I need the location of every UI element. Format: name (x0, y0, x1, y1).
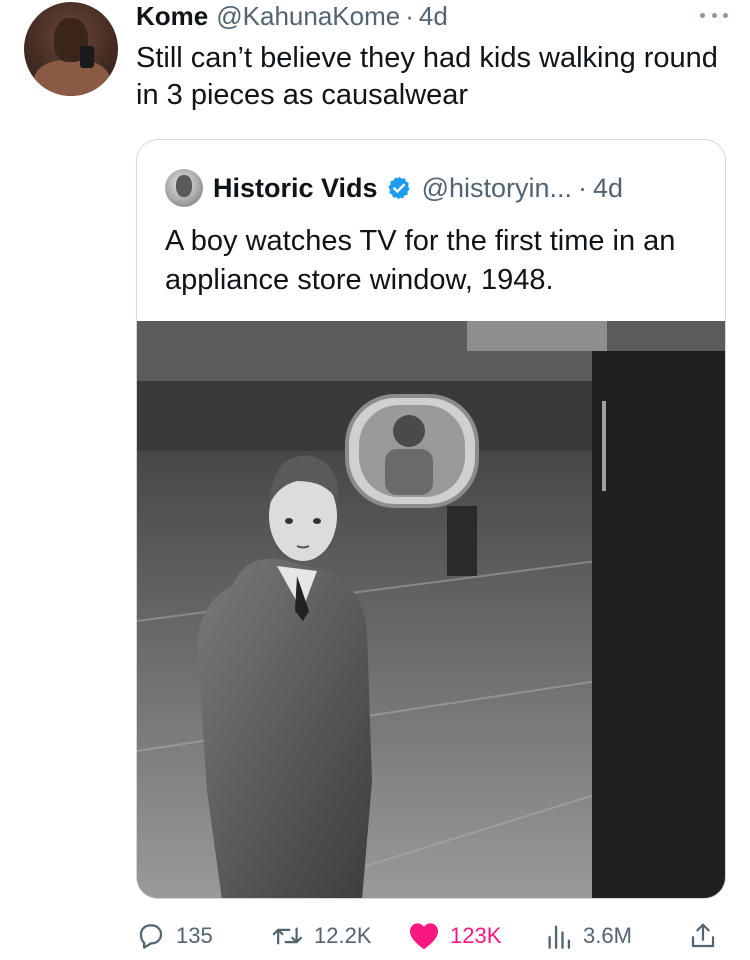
retweet-count: 12.2K (314, 923, 372, 948)
reply-icon (139, 924, 163, 949)
quoted-text: A boy watches TV for the first time in a… (165, 225, 676, 296)
quoted-time[interactable]: 4d (593, 173, 623, 204)
quoted-author-name[interactable]: Historic Vids (213, 173, 378, 204)
more-dot (711, 12, 717, 18)
retweet-icon (272, 927, 303, 945)
quoted-author-handle[interactable]: @historyin... (422, 173, 572, 204)
quoted-author-avatar[interactable] (165, 169, 203, 207)
share-icon (691, 923, 715, 948)
author-avatar[interactable] (24, 2, 118, 96)
views-count: 3.6M (583, 923, 632, 948)
reply-count: 135 (176, 923, 213, 948)
share-button[interactable] (688, 918, 728, 954)
tweet-time[interactable]: 4d (419, 1, 448, 32)
avatar-phone (80, 46, 94, 68)
quoted-media-photo[interactable] (137, 321, 725, 898)
verified-badge-icon (386, 175, 412, 201)
more-dot (700, 12, 705, 18)
retweet-button[interactable]: 12.2K (272, 918, 372, 954)
quoted-header: Historic Vids @historyin... · 4d (165, 168, 623, 208)
tweet-text: Still can’t believe they had kids walkin… (136, 42, 718, 111)
avatar-shirt (34, 60, 110, 96)
author-handle[interactable]: @KahunaKome (216, 1, 400, 32)
author-name[interactable]: Kome (136, 1, 208, 32)
engagement-bar: 135 12.2K 123K 3.6M (0, 918, 750, 954)
tweet-header: Kome @KahunaKome · 4d (136, 0, 448, 32)
more-dot (723, 12, 728, 18)
more-dots-icon[interactable] (700, 10, 728, 20)
quoted-header-separator: · (578, 172, 588, 203)
views-bar-icon (548, 925, 571, 949)
header-separator: · (405, 0, 414, 31)
views-button[interactable]: 3.6M (545, 918, 632, 954)
reply-button[interactable]: 135 (136, 918, 213, 954)
photo-drawing (137, 321, 725, 898)
heart-icon (410, 923, 438, 950)
like-count: 123K (450, 923, 502, 948)
like-button[interactable]: 123K (408, 918, 501, 954)
quoted-tweet[interactable]: Historic Vids @historyin... · 4d A boy w… (136, 139, 726, 899)
